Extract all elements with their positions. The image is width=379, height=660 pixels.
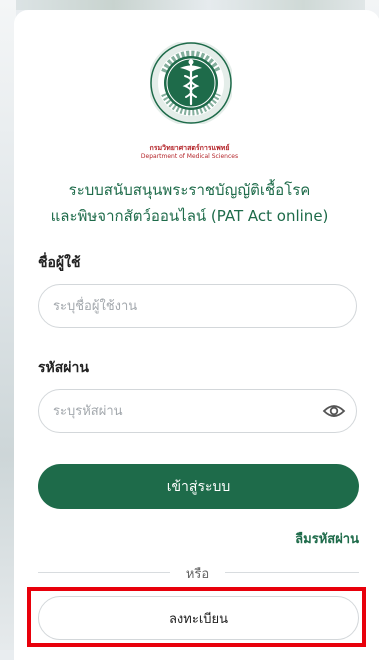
register-button[interactable]: ลงทะเบียน bbox=[38, 596, 359, 640]
ministry-logo-icon bbox=[150, 42, 232, 124]
divider-right bbox=[225, 572, 359, 573]
org-name-en: Department of Medical Sciences bbox=[140, 153, 239, 160]
password-label: รหัสผ่าน bbox=[38, 360, 89, 376]
background-top bbox=[0, 0, 379, 10]
page-title-line2: และพิษจากสัตว์ออนไลน์ (PAT Act online) bbox=[50, 207, 329, 225]
password-input[interactable] bbox=[38, 389, 357, 433]
or-divider-label: หรือ bbox=[185, 567, 210, 582]
login-button[interactable]: เข้าสู่ระบบ bbox=[38, 464, 359, 509]
divider-left bbox=[38, 572, 170, 573]
eye-icon[interactable] bbox=[322, 400, 346, 422]
page-title-line1: ระบบสนับสนุนพระราชบัญญัติเชื้อโรค bbox=[68, 181, 311, 199]
username-label: ชื่อผู้ใช้ bbox=[38, 255, 81, 271]
username-input[interactable] bbox=[38, 284, 357, 328]
forgot-password-link[interactable]: ลืมรหัสผ่าน bbox=[295, 528, 359, 549]
